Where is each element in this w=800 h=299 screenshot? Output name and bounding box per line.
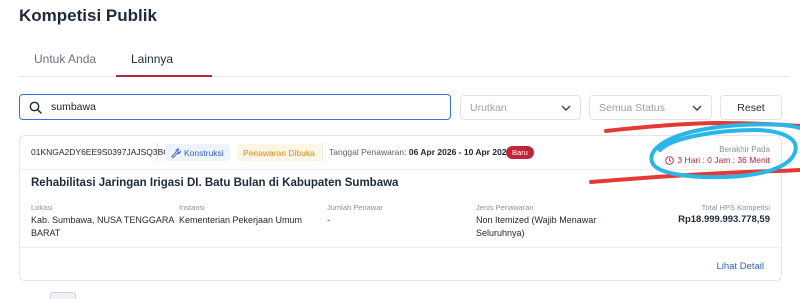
search-icon [29, 101, 42, 114]
view-detail-link[interactable]: Lihat Detail [716, 261, 764, 272]
offer-date-label: Tanggal Penawaran: [329, 147, 407, 157]
category-badge-label: Konstruksi [184, 147, 224, 158]
search-box[interactable] [19, 94, 451, 120]
bidders-label: Jumlah Penawar [327, 203, 383, 212]
status-select-placeholder: Semua Status [599, 101, 665, 114]
competition-card: 01KNGA2DY6EE9S0397JAJSQ3BC Konstruksi Pe… [19, 135, 782, 281]
active-tab-indicator [116, 75, 212, 77]
page-title: Kompetisi Publik [19, 6, 157, 25]
category-badge: Konstruksi [165, 144, 230, 161]
agency-label: Instansi [179, 203, 205, 212]
status-badge: Penawaran Dibuka [237, 144, 321, 161]
offer-date: Tanggal Penawaran: 06 Apr 2026 - 10 Apr … [329, 147, 511, 157]
card-footer: Lihat Detail [20, 247, 781, 281]
offer-date-value: 06 Apr 2026 - 10 Apr 2026 [408, 147, 512, 157]
search-input[interactable] [51, 101, 431, 113]
tab-untuk-anda[interactable]: Untuk Anda [34, 52, 96, 66]
location-label: Lokasi [31, 203, 53, 212]
offer-type-value: Non Itemized (Wajib Menawar Seluruhnya) [476, 214, 596, 240]
new-badge: Baru [506, 146, 534, 159]
annotation-red-stroke [604, 120, 800, 133]
deadline-countdown: 3 Hari : 0 Jam : 36 Menit [665, 155, 770, 165]
sort-select[interactable]: Urutkan [460, 95, 581, 120]
hps-label: Total HPS Kompetisi [701, 203, 770, 212]
card-header: 01KNGA2DY6EE9S0397JAJSQ3BC Konstruksi Pe… [20, 136, 781, 170]
divider [322, 143, 323, 162]
competition-code: 01KNGA2DY6EE9S0397JAJSQ3BC [31, 147, 170, 157]
location-line: BARAT [31, 228, 61, 238]
divider [157, 143, 158, 162]
hps-value: Rp18.999.993.778,59 [678, 214, 770, 225]
offer-type-line: Non Itemized (Wajib Menawar [476, 215, 597, 225]
reset-button[interactable]: Reset [720, 95, 782, 120]
offer-type-line: Seluruhnya) [476, 228, 525, 238]
offer-type-label: Jenis Penawaran [476, 203, 534, 212]
sort-select-placeholder: Urutkan [470, 101, 507, 114]
chevron-down-icon [692, 105, 702, 111]
bidders-value: - [327, 215, 330, 225]
location-value: Kab. Sumbawa, NUSA TENGGARA BARAT [31, 214, 174, 240]
pagination-button[interactable] [50, 292, 76, 299]
agency-value: Kementerian Pekerjaan Umum [179, 215, 303, 225]
deadline-label: Berakhir Pada [719, 145, 770, 154]
wrench-icon [171, 148, 181, 158]
project-title[interactable]: Rehabilitasi Jaringan Irigasi DI. Batu B… [31, 177, 398, 189]
clock-icon [665, 155, 675, 165]
tab-lainnya[interactable]: Lainnya [131, 52, 173, 66]
deadline-value: 3 Hari : 0 Jam : 36 Menit [677, 155, 770, 165]
chevron-down-icon [561, 105, 571, 111]
status-select[interactable]: Semua Status [589, 95, 712, 120]
tab-bar: Untuk Anda Lainnya [19, 46, 789, 77]
page: Kompetisi Publik Untuk Anda Lainnya Urut… [0, 0, 800, 299]
location-line: Kab. Sumbawa, NUSA TENGGARA [31, 215, 175, 225]
